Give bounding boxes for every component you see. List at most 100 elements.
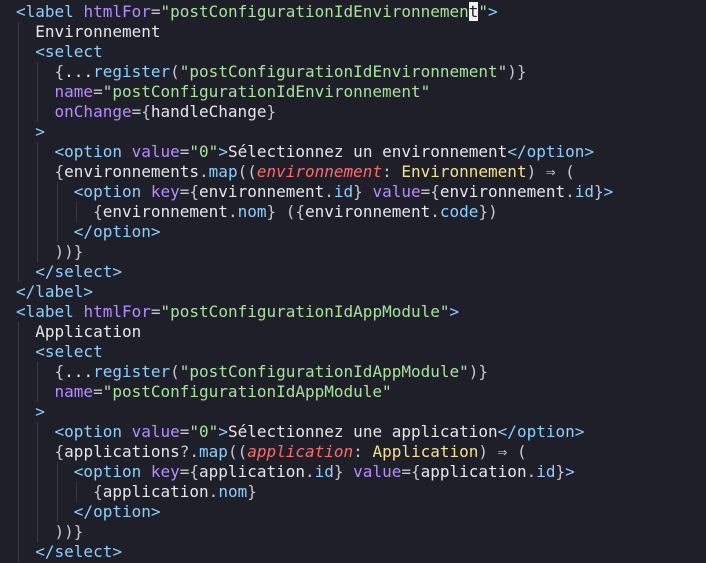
code-line[interactable]: </option> [16, 222, 706, 242]
code-line[interactable]: {applications?.map((application: Applica… [16, 442, 706, 462]
code-token: : [382, 162, 402, 181]
code-token: environnement [305, 202, 431, 221]
code-line[interactable]: > [16, 402, 706, 422]
code-token: )} [507, 62, 527, 81]
code-line[interactable]: </select> [16, 542, 706, 562]
indent-guide [18, 42, 19, 62]
code-token: (( [237, 162, 257, 181]
code-token: = [179, 142, 190, 161]
code-token: ={ [179, 462, 200, 481]
code-token: . [199, 162, 209, 181]
code-line[interactable]: </label> [16, 282, 706, 302]
code-token: } [555, 462, 566, 481]
indent-guide [18, 462, 19, 482]
code-token: > [603, 182, 614, 201]
code-token: Sélectionnez un environnement [227, 142, 508, 161]
code-token: "postConfigurationIdEnvironnement" [102, 82, 431, 101]
code-token: ={ [420, 182, 440, 201]
indent-guide [18, 122, 19, 142]
code-token: } [594, 182, 604, 201]
code-token: > [565, 462, 575, 481]
code-token: ={ [401, 462, 421, 481]
code-line[interactable]: > [16, 122, 706, 142]
code-token: }) [478, 202, 498, 221]
code-token: </option> [507, 142, 595, 161]
code-line[interactable]: <option value="0">Sélectionnez un enviro… [16, 142, 706, 162]
code-line[interactable]: <select [16, 342, 706, 362]
code-line[interactable]: {application.nom} [16, 482, 706, 502]
code-line[interactable]: <label htmlFor="postConfigurationIdAppMo… [16, 302, 706, 322]
code-token: environnements [64, 162, 200, 181]
code-line[interactable]: name="postConfigurationIdEnvironnement" [16, 82, 706, 102]
code-token: environnement [439, 182, 566, 201]
code-token: = [93, 382, 103, 401]
code-token: key [150, 182, 180, 201]
code-line[interactable]: <label htmlFor="postConfigurationIdEnvir… [16, 2, 706, 22]
indent-guide [18, 502, 19, 522]
code-line[interactable]: name="postConfigurationIdAppModule" [16, 382, 706, 402]
code-token: > [218, 422, 228, 441]
indent-guide [18, 382, 19, 402]
code-line[interactable]: {...register("postConfigurationIdAppModu… [16, 362, 706, 382]
indent-guide [18, 62, 19, 82]
indent-guide [37, 182, 39, 202]
code-token: nom [237, 202, 267, 221]
code-token: handleChange [150, 102, 267, 121]
indent-guide [56, 502, 58, 522]
code-token: value [372, 182, 421, 201]
code-line[interactable]: <option key={environnement.id} value={en… [16, 182, 706, 202]
indent-guide [37, 362, 39, 382]
indent-guide [18, 102, 19, 122]
code-line[interactable]: <option value="0">Sélectionnez une appli… [16, 422, 706, 442]
code-token: map [199, 442, 228, 461]
indent-guide [37, 162, 39, 182]
code-line[interactable]: </option> [16, 502, 706, 522]
code-line[interactable]: Application [16, 322, 706, 342]
code-token: ... [64, 62, 94, 81]
indent-guide [18, 142, 19, 162]
code-token: { [16, 202, 103, 221]
indent-guide [18, 22, 19, 42]
code-token: : [353, 442, 373, 461]
code-token: <option [16, 182, 151, 201]
code-line[interactable]: ))} [16, 242, 706, 262]
code-token: Application [372, 442, 479, 461]
text-cursor: t [468, 2, 479, 21]
code-token: <label [16, 2, 84, 21]
code-line[interactable]: <select [16, 42, 706, 62]
code-token: environnement [256, 162, 383, 181]
code-editor[interactable]: <label htmlFor="postConfigurationIdEnvir… [0, 0, 706, 563]
code-line[interactable]: Environnement [16, 22, 706, 42]
code-token: application [420, 462, 527, 481]
code-line[interactable]: <option key={application.id} value={appl… [16, 462, 706, 482]
indent-guide [37, 62, 39, 82]
code-token: . [526, 462, 537, 481]
code-token: ... [64, 362, 94, 381]
code-token: ={ [131, 102, 151, 121]
code-token: </label> [16, 282, 94, 301]
indent-guide [18, 162, 19, 182]
code-token: <label [16, 302, 84, 321]
code-token: } [353, 182, 373, 201]
code-token: Environnement [401, 162, 527, 181]
indent-guide [37, 102, 39, 122]
code-line[interactable]: {environnement.nom} ({environnement.code… [16, 202, 706, 222]
code-token: id [314, 462, 334, 481]
code-token: . [430, 202, 440, 221]
indent-guide [56, 202, 58, 222]
code-line[interactable]: </select> [16, 262, 706, 282]
code-line[interactable]: onChange={handleChange} [16, 102, 706, 122]
indent-guide [37, 482, 39, 502]
code-token: "postConfigurationIdEnvironnemen [160, 2, 469, 21]
code-line[interactable]: ))} [16, 522, 706, 542]
code-token: (( [227, 442, 248, 461]
code-token: "postConfigurationIdAppModule" [160, 302, 450, 321]
code-line[interactable]: {...register("postConfigurationIdEnviron… [16, 62, 706, 82]
code-token: value [131, 142, 180, 161]
code-token: "0" [189, 142, 219, 161]
code-token: code [439, 202, 479, 221]
indent-guide [37, 382, 39, 402]
code-line[interactable]: {environnements.map((environnement: Envi… [16, 162, 706, 182]
indent-guide [37, 222, 39, 242]
